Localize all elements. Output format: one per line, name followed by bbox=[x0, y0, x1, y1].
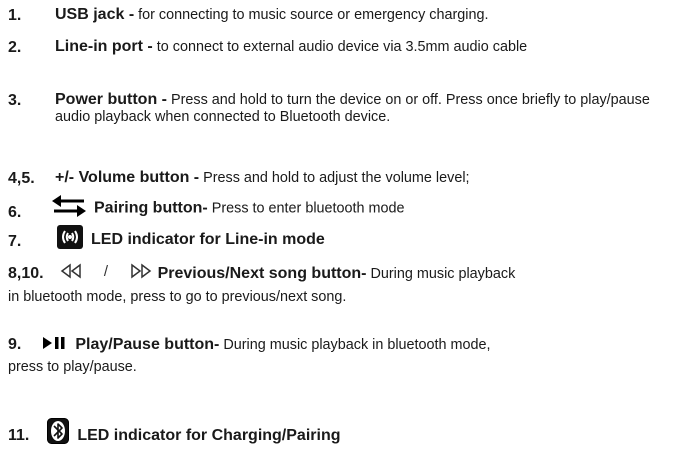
item-title: +/- Volume button - bbox=[55, 169, 200, 186]
item-number: 1. bbox=[8, 7, 22, 24]
prev-next-separator: / bbox=[104, 263, 109, 279]
item-desc: to connect to external audio device via … bbox=[152, 39, 528, 55]
item-title: Pairing button- bbox=[94, 199, 208, 217]
play-pause-icon bbox=[43, 335, 65, 355]
item-number: 9. bbox=[8, 336, 22, 353]
item-desc: During music playback in bluetooth mode, bbox=[219, 337, 491, 353]
item-title: LED indicator for Charging/Pairing bbox=[77, 427, 341, 444]
item-continuation: in bluetooth mode, press to go to previo… bbox=[8, 289, 347, 305]
item-body: Pairing button- Press to enter bluetooth… bbox=[52, 194, 678, 223]
item-title: Power button - bbox=[55, 91, 167, 108]
item-lead-line: 11. LED indicator for Charging/Pairing bbox=[0, 418, 686, 454]
item-title: Play/Pause button- bbox=[75, 336, 220, 353]
pairing-arrows-icon bbox=[52, 194, 86, 223]
prev-next-icon: / bbox=[60, 263, 152, 285]
item-desc: for connecting to music source or emerge… bbox=[134, 7, 489, 23]
item-continuation: press to play/pause. bbox=[8, 359, 137, 375]
list-item: 9. Play/Pause button- During music playb… bbox=[0, 335, 686, 381]
item-body: LED indicator for Line-in mode bbox=[57, 225, 678, 254]
bluetooth-led-icon bbox=[47, 418, 70, 454]
item-lead-line: 9. Play/Pause button- During music playb… bbox=[0, 335, 686, 355]
item-number: 6. bbox=[8, 204, 22, 221]
item-title: Previous/Next song button- bbox=[157, 264, 367, 282]
line-in-led-icon bbox=[57, 225, 83, 254]
item-number: 3. bbox=[8, 92, 22, 109]
item-desc: Press to enter bluetooth mode bbox=[207, 200, 405, 217]
item-number: 2. bbox=[8, 39, 22, 56]
item-desc: During music playback bbox=[366, 265, 516, 282]
item-title: USB jack - bbox=[55, 6, 135, 23]
item-lead-line: 8,10. / Previous/Next song button- Durin… bbox=[0, 263, 686, 285]
item-number: 4,5. bbox=[8, 170, 35, 187]
item-number: 11. bbox=[8, 427, 30, 444]
list-item: 8,10. / Previous/Next song button- Durin… bbox=[0, 263, 686, 313]
item-title: LED indicator for Line-in mode bbox=[91, 231, 325, 248]
item-body: +/- Volume button - Press and hold to ad… bbox=[55, 169, 678, 187]
item-title: Line-in port - bbox=[55, 38, 153, 55]
item-number: 7. bbox=[8, 233, 22, 250]
item-desc: Press and hold to adjust the volume leve… bbox=[199, 170, 470, 186]
item-body: Line-in port - to connect to external au… bbox=[55, 38, 678, 56]
item-body: USB jack - for connecting to music sourc… bbox=[55, 6, 678, 24]
item-number: 8,10. bbox=[8, 264, 44, 282]
item-body: Power button - Press and hold to turn th… bbox=[55, 91, 678, 126]
list-item: 11. LED indicator for Charging/Pairing bbox=[0, 418, 686, 452]
list-item: 6. Pairing button- Press to enter blueto… bbox=[0, 194, 686, 223]
list-item: 7. LED indicator for Line-in mode bbox=[0, 225, 686, 253]
